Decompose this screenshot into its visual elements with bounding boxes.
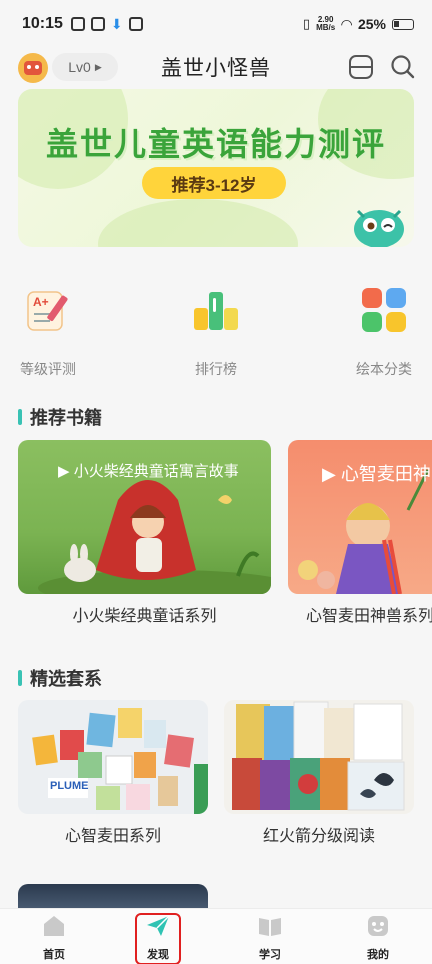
download-icon: ⬇ [110,15,123,32]
nav-label: 首页 [43,949,65,961]
book-card-tag: ▶ 小火柴经典童话寓言故事 [58,463,239,480]
reader-books-illustration [232,701,405,811]
section-accent-bar [18,670,22,686]
set-title[interactable]: 心智麦田系列 [18,822,208,846]
book-collection-illustration [32,708,208,814]
quick-nav-picture-book-categories[interactable]: 绘本分类 [336,286,432,379]
quick-nav-label: 排行榜 [195,361,237,377]
nav-tab-learn[interactable]: 学习 [238,915,302,962]
vibrate-icon: ▯ [302,16,311,31]
profile-face-icon [368,916,388,936]
notification-icon [70,17,85,31]
nav-label: 我的 [367,949,389,961]
book-title[interactable]: 心智麦田神兽系列 [306,602,432,626]
cover-word: PLUME [50,780,89,792]
set-title[interactable]: 红火箭分级阅读 [224,822,414,846]
level-text: Lv0 [68,59,91,75]
level-badge[interactable]: Lv0 ▶ [52,53,118,81]
wifi-icon: ◠ [341,15,352,32]
quick-nav-label: 等级评测 [20,361,76,377]
section-title: 精选套系 [30,669,102,689]
book-title[interactable]: 小火柴经典童话系列 [18,602,271,626]
section-recommended-books: 推荐书籍 [18,404,102,430]
nav-tab-home[interactable]: 首页 [22,915,86,962]
status-bar: 10:15 ⬇ ▯ 2.90 MB/s ◠ 25% [0,0,432,48]
section-title: 推荐书籍 [30,408,102,428]
exam-paper-icon: A+ [27,291,68,331]
nav-label: 学习 [259,949,281,961]
mascot-icon [354,209,404,247]
bottom-nav: 首页 发现 学习 我的 [0,908,432,964]
book-card-tag: ▶ 心智麦田神 [322,464,431,484]
promo-banner[interactable]: 盖世儿童英语能力测评 推荐3-12岁 [18,89,414,247]
net-speed: 2.90 MB/s [316,15,336,32]
book-card-little-match[interactable]: ▶ 小火柴经典童话寓言故事 [18,440,271,594]
set-card-mind-field[interactable]: PLUME [18,700,208,814]
nav-tab-mine[interactable]: 我的 [346,915,410,962]
banner-title: 盖世儿童英语能力测评 [45,126,386,162]
app-header: 盖世小怪兽 Lv0 ▶ [0,48,432,88]
app-icon [128,17,143,31]
banner-age-pill: 推荐3-12岁 [142,167,286,199]
battery-icon [392,18,414,30]
layout-icon[interactable] [348,54,374,80]
home-icon [44,916,64,936]
battery-text: 25% [357,16,386,32]
gallery-icon [90,17,105,31]
category-grid-icon [362,288,406,332]
status-time: 10:15 [22,15,63,32]
chevron-right-icon: ▶ [94,61,102,72]
section-featured-sets: 精选套系 [18,665,102,691]
quick-nav-level-test[interactable]: A+ 等级评测 [0,286,96,379]
book-open-icon [259,918,281,936]
ranking-bars-icon [194,292,238,330]
avatar-face-icon [24,61,42,75]
svg-text:A+: A+ [33,295,49,309]
book-card-mind-field[interactable]: ▶ 心智麦田神 [288,440,432,594]
quick-nav-label: 绘本分类 [356,361,412,377]
selected-tab-highlight [135,913,181,964]
quick-nav-ranking[interactable]: 排行榜 [168,286,264,379]
search-icon[interactable] [390,54,416,80]
avatar[interactable] [18,53,48,83]
set-card-red-rocket[interactable] [224,700,414,814]
section-accent-bar [18,409,22,425]
